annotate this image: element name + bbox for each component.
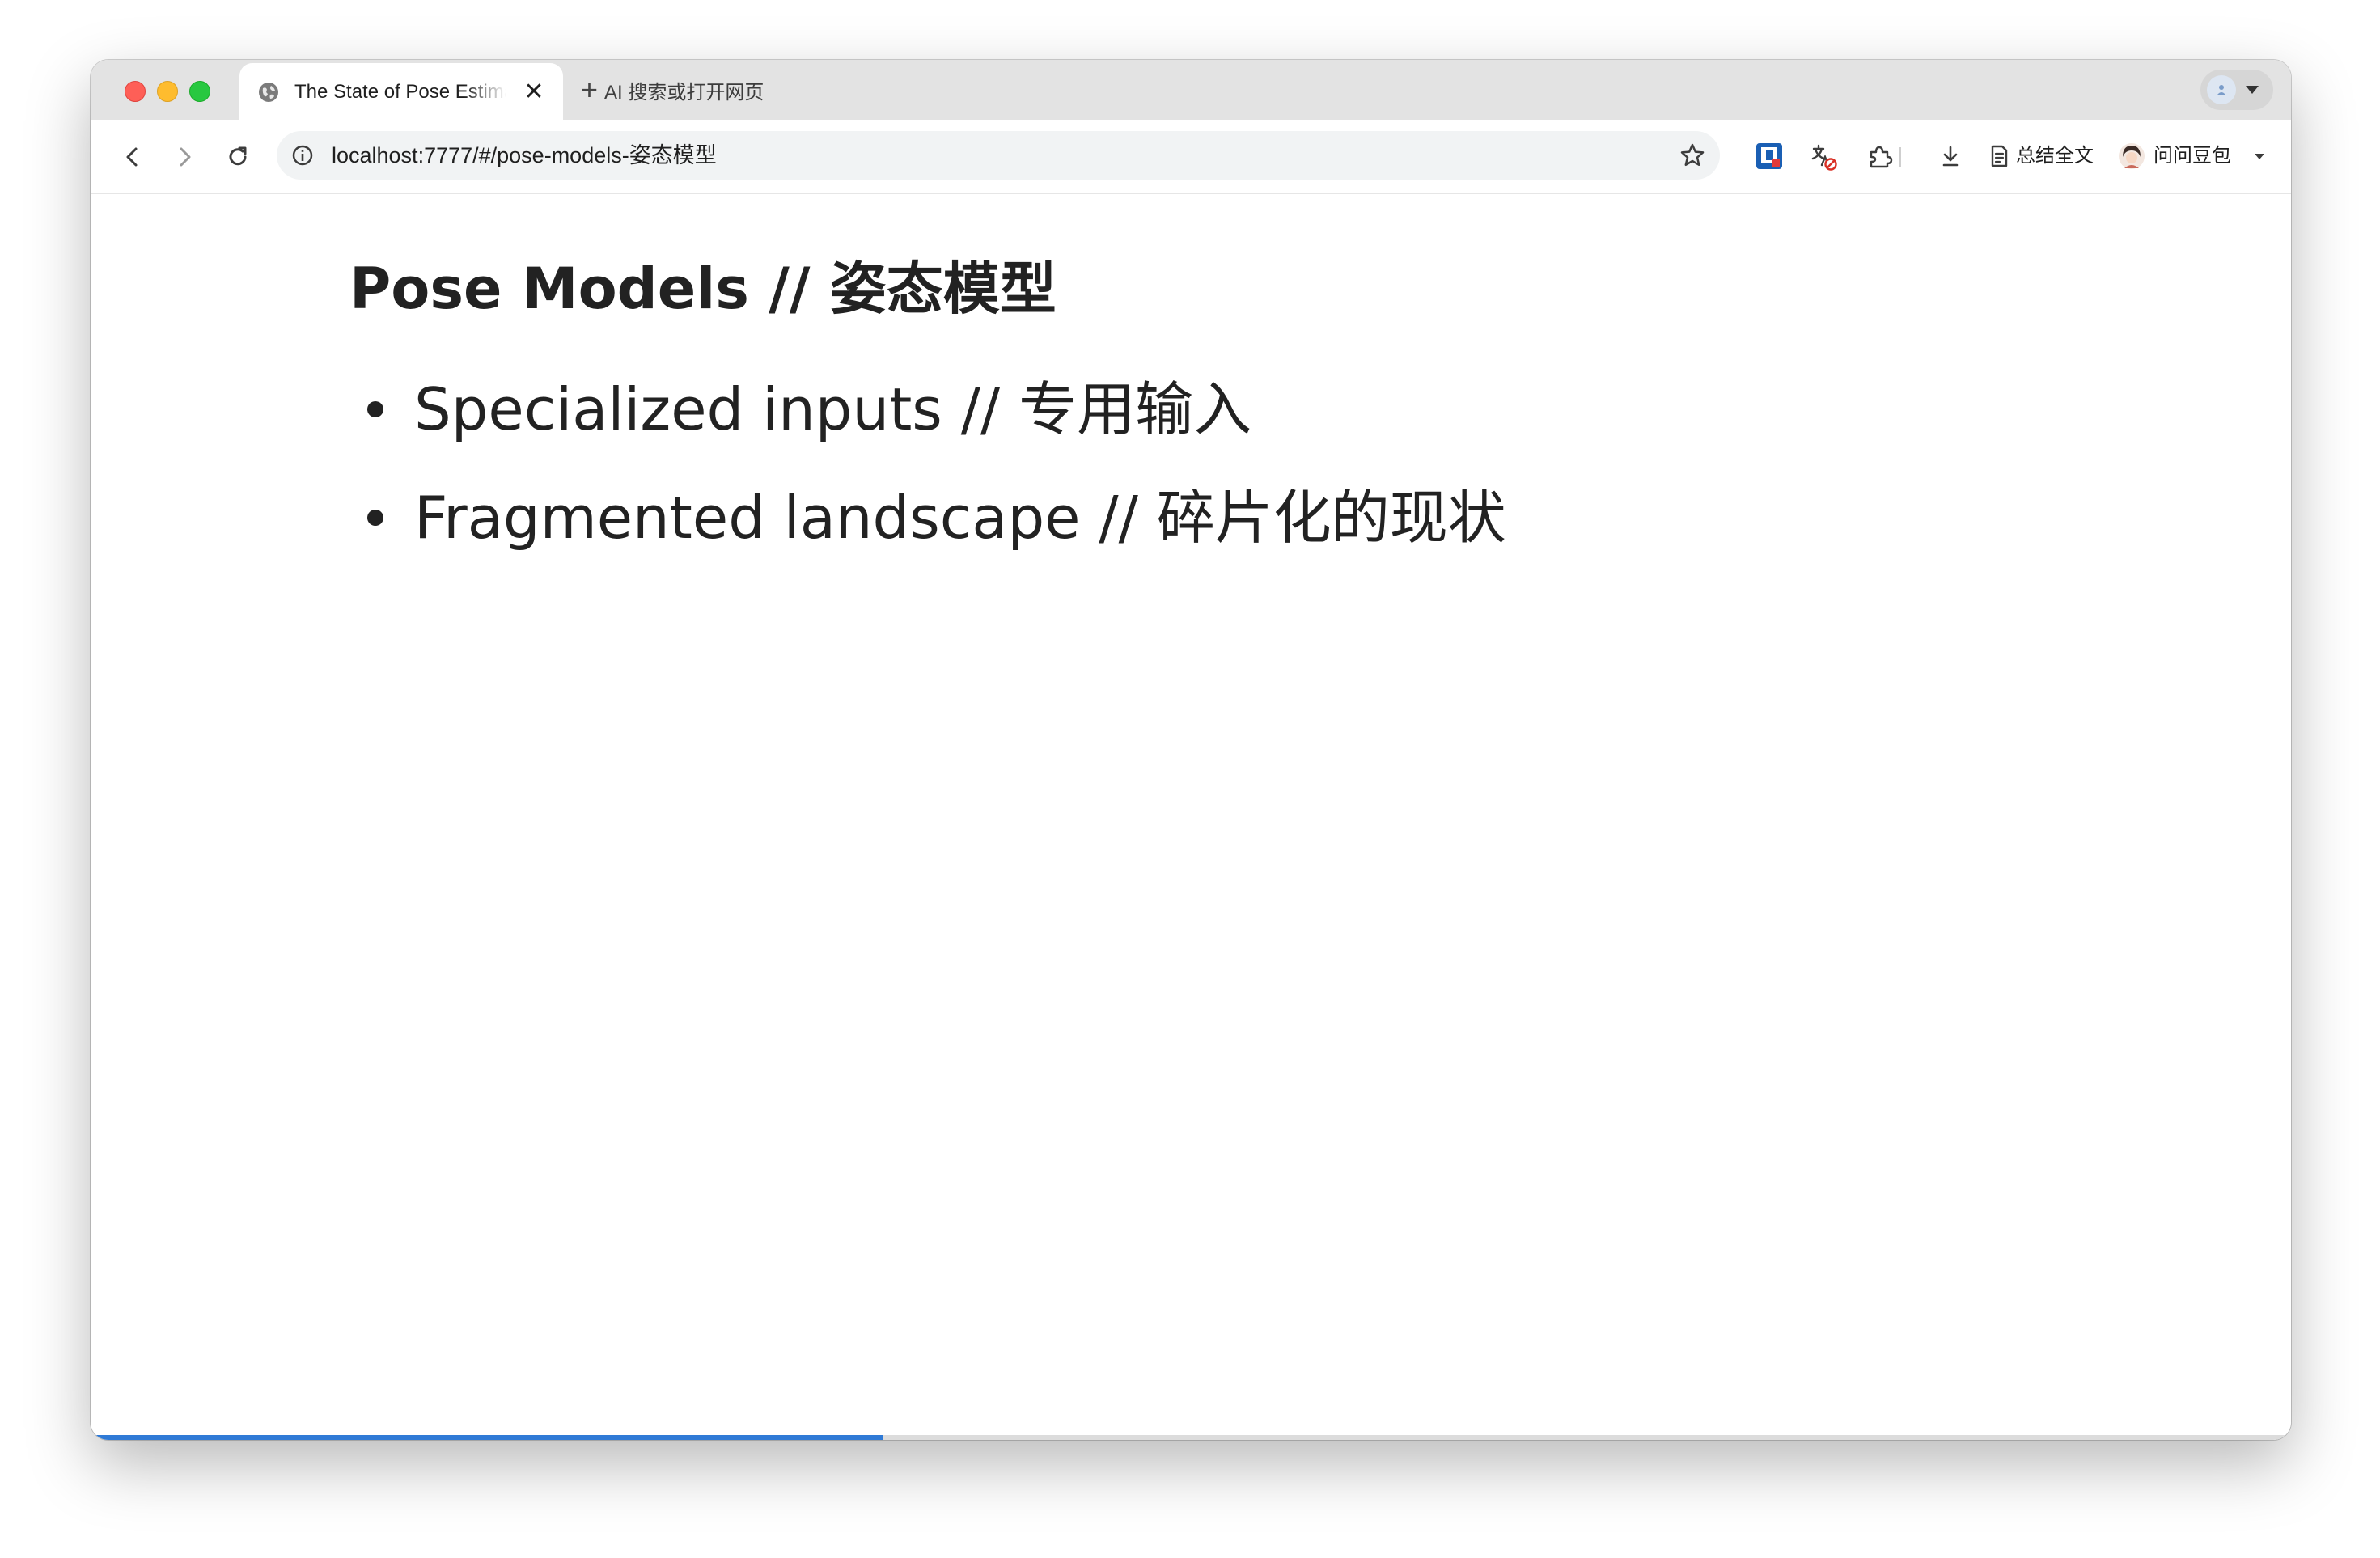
tab-close-icon[interactable]: ✕ [521, 79, 547, 105]
info-icon[interactable] [290, 142, 315, 168]
new-tab-button[interactable]: + AI 搜索或打开网页 [581, 74, 764, 105]
profile-avatar-icon [2207, 75, 2236, 104]
list-item-text: Fragmented landscape // 碎片化的现状 [414, 484, 1506, 552]
doubao-avatar-icon[interactable] [2116, 141, 2147, 171]
puzzle-icon[interactable] [1864, 141, 1895, 171]
tab-active[interactable]: The State of Pose Estimation ✕ [239, 63, 563, 120]
translate-disabled-icon[interactable] [1807, 141, 1838, 171]
tab-title: The State of Pose Estimation [294, 81, 506, 103]
browser-toolbar: localhost:7777/#/pose-models-姿态模型 总结全文 问… [91, 120, 2291, 194]
url-text[interactable]: localhost:7777/#/pose-models-姿态模型 [332, 141, 717, 170]
chevron-down-icon [2246, 86, 2259, 94]
download-icon[interactable] [1935, 141, 1966, 171]
chevron-down-icon[interactable] [2244, 141, 2275, 171]
bullet-point [367, 401, 383, 417]
forward-arrow-icon[interactable] [168, 141, 201, 173]
minimize-window-button[interactable] [157, 81, 178, 102]
list-item: Fragmented landscape // 碎片化的现状 [367, 477, 1506, 558]
tab-strip: The State of Pose Estimation ✕ + AI 搜索或打… [91, 60, 2291, 120]
close-window-button[interactable] [125, 81, 146, 102]
slide-title: Pose Models // 姿态模型 [349, 256, 1057, 322]
slide-progress-bar [91, 1435, 2291, 1440]
globe-icon [259, 83, 278, 102]
slide-progress-fill [91, 1435, 883, 1440]
browser-window: The State of Pose Estimation ✕ + AI 搜索或打… [91, 60, 2291, 1440]
list-item: Specialized inputs // 专用输入 [367, 369, 1251, 450]
bullet-point [367, 510, 383, 526]
new-tab-label: AI 搜索或打开网页 [604, 81, 764, 104]
profile-menu-button[interactable] [2200, 70, 2273, 110]
star-icon[interactable] [1678, 141, 1707, 170]
address-bar[interactable]: localhost:7777/#/pose-models-姿态模型 [277, 131, 1720, 180]
summary-button[interactable]: 总结全文 [2016, 141, 2094, 171]
bitwarden-icon[interactable] [1754, 141, 1785, 171]
plus-icon: + [581, 73, 599, 106]
reload-icon[interactable] [222, 141, 254, 173]
assistant-button[interactable]: 问问豆包 [2153, 141, 2231, 171]
slide-viewport: Pose Models // 姿态模型 Specialized inputs /… [91, 194, 2291, 1440]
document-icon[interactable] [1984, 141, 2014, 171]
zoom-window-button[interactable] [189, 81, 210, 102]
list-item-text: Specialized inputs // 专用输入 [414, 375, 1252, 443]
back-arrow-icon[interactable] [116, 141, 149, 173]
toolbar-divider [1899, 147, 1901, 167]
